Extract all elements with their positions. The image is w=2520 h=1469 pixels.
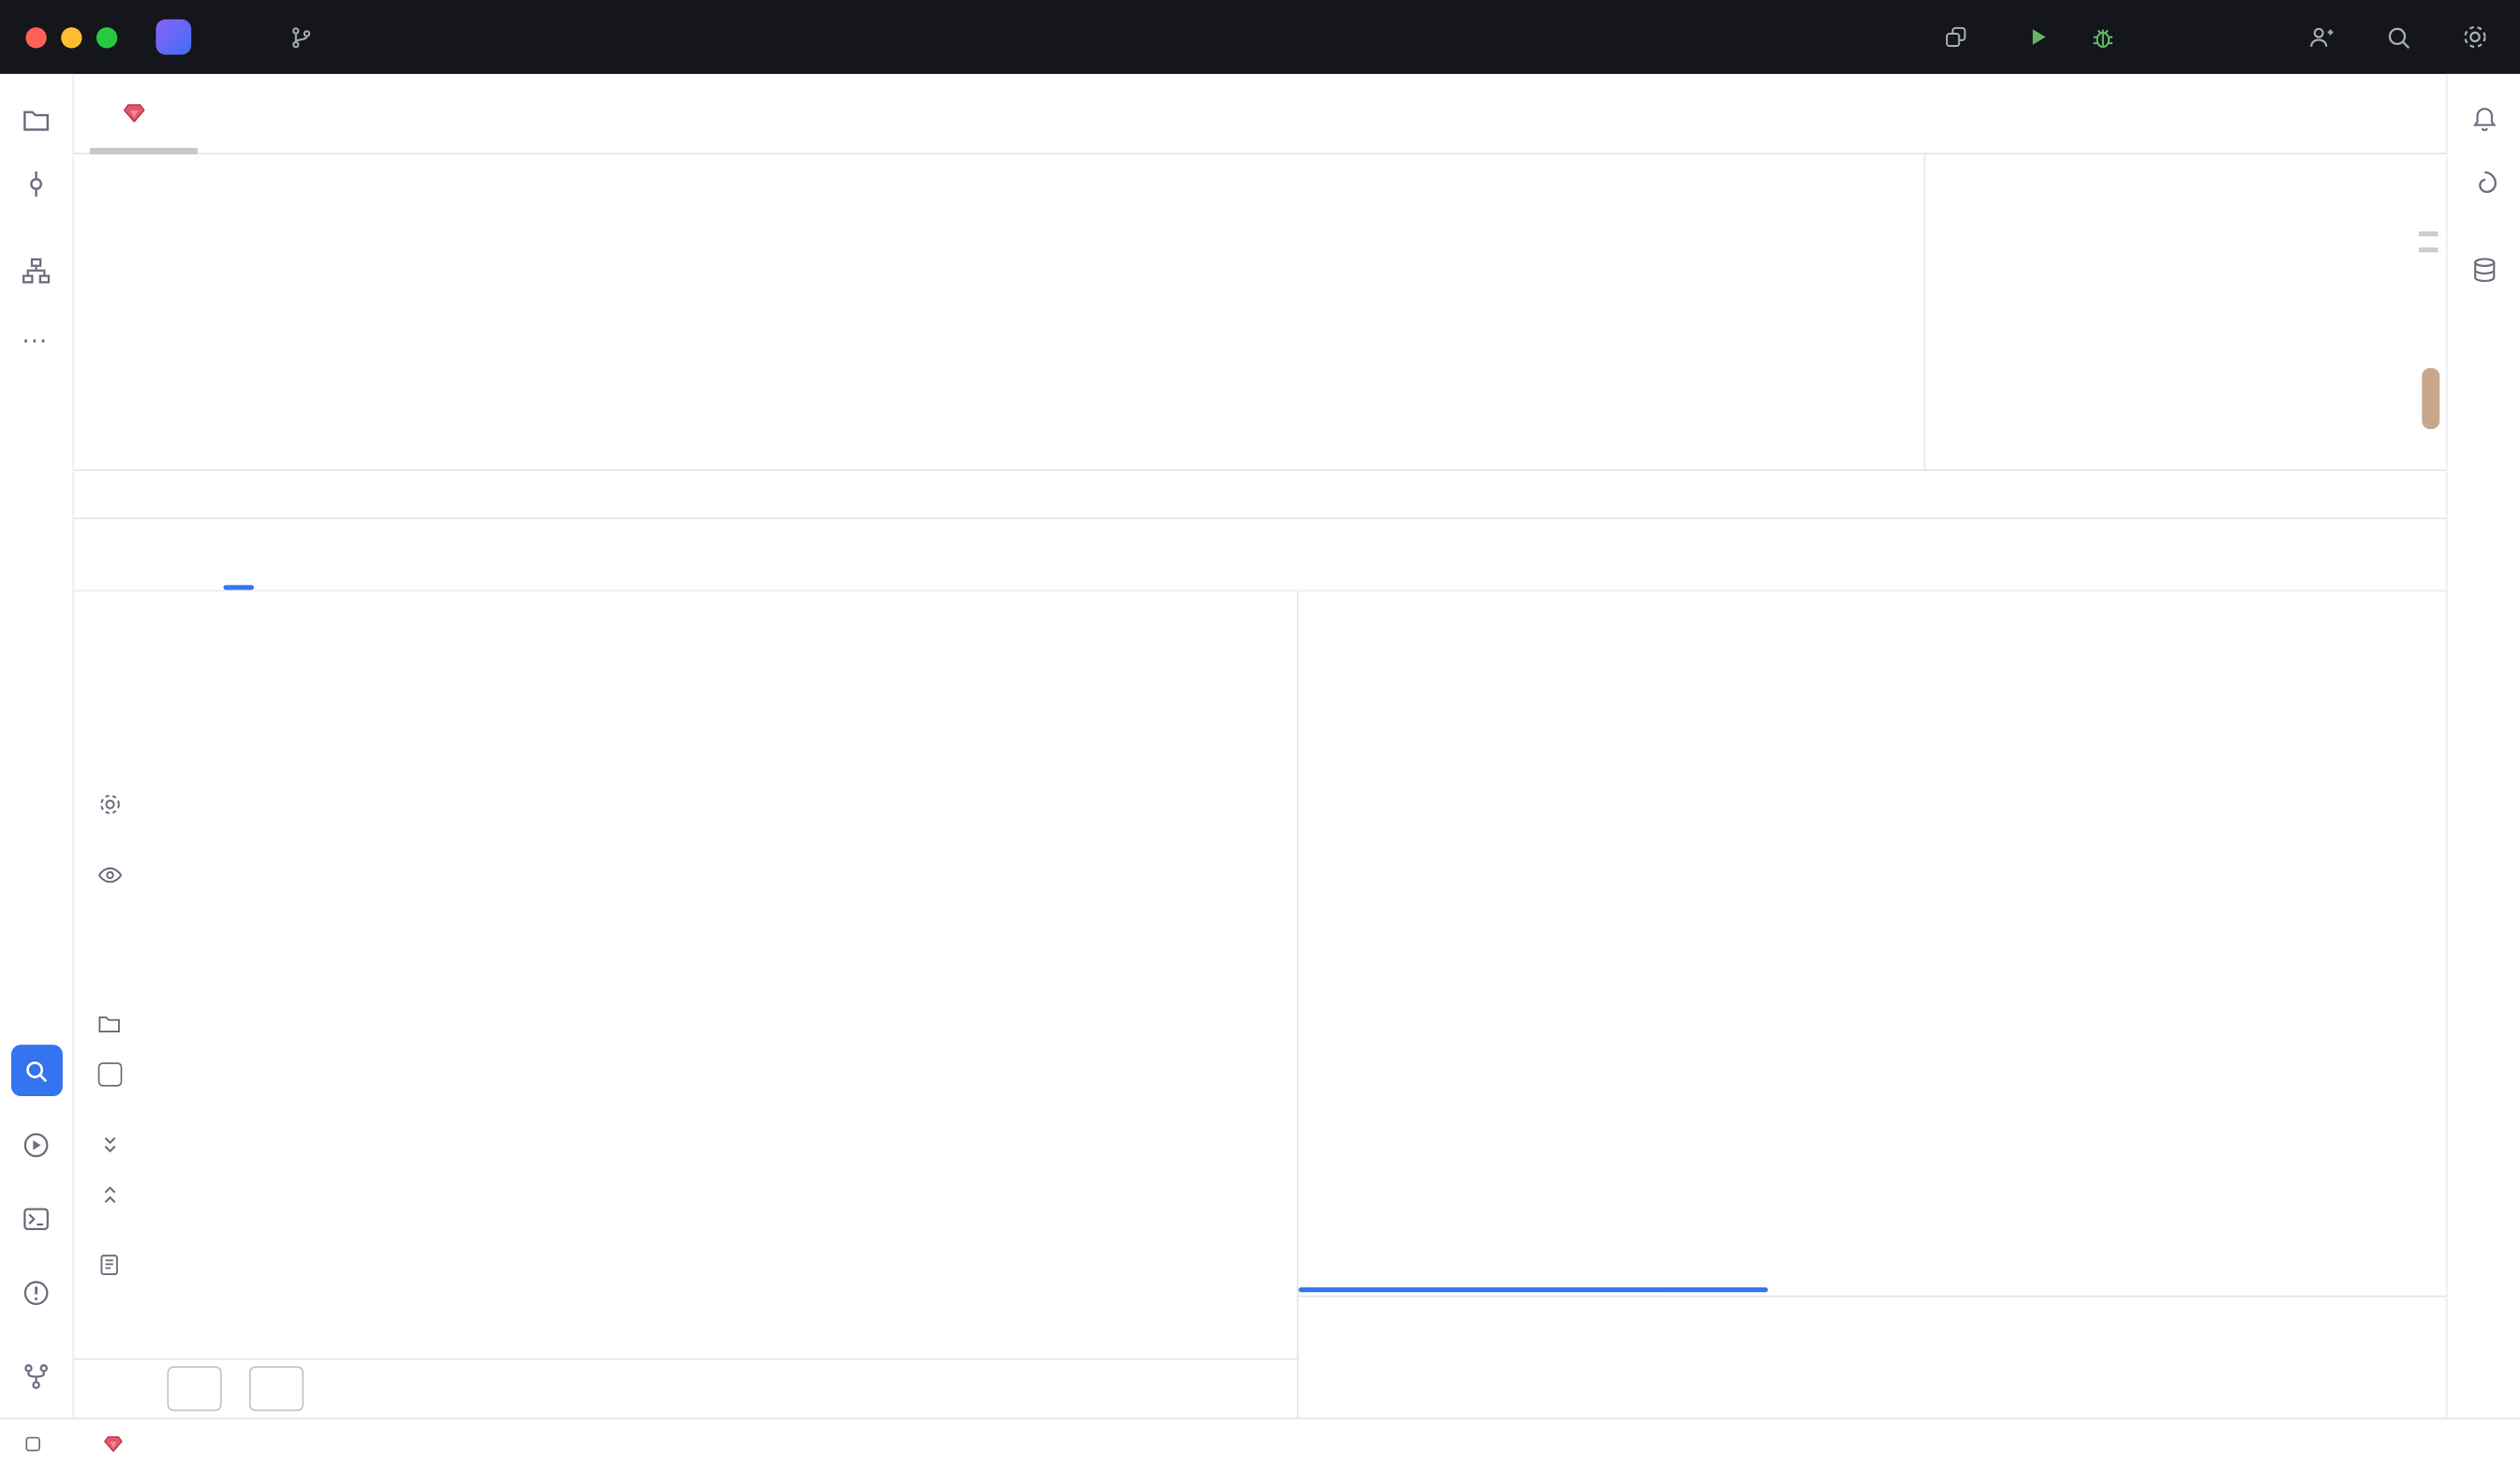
horizontal-scrollbar[interactable] — [1298, 1287, 1768, 1292]
structure-tool-button[interactable] — [10, 245, 62, 296]
previous-occurrence-icon[interactable] — [88, 664, 130, 703]
run-config-icon — [1943, 24, 1968, 50]
zoom-window-button[interactable] — [96, 26, 117, 47]
run-circle-icon — [21, 1129, 52, 1160]
eye-icon — [96, 861, 123, 888]
expand-all-icon[interactable] — [88, 1125, 130, 1164]
tab-name-in-project-files[interactable] — [144, 519, 207, 589]
find-tool-window-header — [74, 517, 2446, 591]
rerun-refactoring-icon[interactable] — [88, 614, 130, 652]
ai-assistant-tool-button[interactable] — [2458, 157, 2510, 209]
more-horizontal-icon: … — [21, 319, 52, 350]
run-button[interactable] — [2019, 18, 2057, 56]
right-margin-guide — [1924, 155, 1926, 469]
ruby-gem-icon — [122, 101, 146, 126]
close-window-button[interactable] — [25, 26, 46, 47]
autoscroll-from-source-icon[interactable] — [88, 955, 130, 993]
collapse-chevrons-icon — [97, 1182, 122, 1207]
problems-icon — [21, 1277, 52, 1308]
folder-icon — [21, 104, 52, 135]
git-branch-icon — [21, 1360, 52, 1391]
settings-button[interactable] — [2455, 18, 2494, 56]
structure-icon — [21, 255, 52, 286]
cancel-button[interactable] — [167, 1366, 221, 1411]
project-window-icon — [25, 1437, 39, 1451]
editor-context-line — [74, 469, 2446, 517]
settings-icon[interactable] — [88, 784, 130, 823]
search-everywhere-button[interactable] — [2379, 18, 2417, 56]
database-tool-button[interactable] — [2458, 245, 2510, 296]
ai-assistant-icon — [2469, 169, 2498, 198]
play-icon — [2025, 24, 2051, 50]
window-controls — [25, 26, 117, 47]
refactoring-preview-tree[interactable] — [144, 591, 1297, 1358]
run-configuration-widget[interactable] — [1943, 24, 1993, 50]
git-tool-button[interactable] — [10, 1350, 62, 1402]
editor-tab-library-rb[interactable] — [99, 74, 187, 153]
project-badge — [156, 20, 191, 55]
collapse-all-icon[interactable] — [88, 1175, 130, 1213]
search-icon — [22, 1057, 50, 1084]
ruby-gem-icon — [103, 1433, 124, 1454]
status-bar — [0, 1417, 2520, 1469]
notifications-tool-button[interactable] — [2458, 94, 2510, 145]
services-tool-button[interactable] — [10, 1119, 62, 1170]
git-branch-icon — [288, 23, 315, 51]
info-icon[interactable] — [88, 1054, 130, 1092]
editor-tab-bar — [74, 74, 2446, 155]
debug-button[interactable] — [2083, 18, 2121, 56]
scrollbar-mark — [2419, 247, 2438, 252]
project-widget[interactable] — [156, 20, 216, 55]
database-icon — [2469, 256, 2498, 285]
commit-tool-button[interactable] — [10, 157, 62, 209]
terminal-tool-button[interactable] — [10, 1193, 62, 1244]
project-tool-button[interactable] — [10, 94, 62, 145]
find-tool-button[interactable] — [10, 1045, 62, 1096]
next-occurrence-icon[interactable] — [88, 714, 130, 752]
terminal-icon — [21, 1203, 52, 1234]
gear-icon — [96, 790, 123, 817]
folder-icon — [96, 1011, 122, 1036]
expand-chevrons-icon — [97, 1133, 122, 1157]
do-refactor-button[interactable] — [249, 1366, 304, 1411]
gear-icon — [2461, 22, 2490, 52]
refactoring-buttons-bar — [74, 1358, 1297, 1417]
tab-refactoring-preview[interactable] — [207, 519, 270, 589]
left-tool-stripe: … — [0, 74, 74, 1417]
code-editor[interactable] — [74, 155, 2446, 469]
search-icon — [2384, 23, 2411, 51]
more-tool-windows-button[interactable]: … — [10, 308, 62, 360]
preview-spacer — [1298, 1359, 2446, 1417]
more-actions-button[interactable] — [2147, 18, 2186, 56]
find-toolbar — [74, 591, 144, 1358]
document-icon — [96, 1252, 122, 1277]
scrollbar-mark — [2419, 231, 2438, 236]
preview-bottom-tabs — [1298, 1296, 2446, 1360]
minimize-window-button[interactable] — [61, 26, 82, 47]
preview-toggle-icon[interactable] — [88, 855, 130, 894]
select-in-project-icon[interactable] — [88, 1004, 130, 1043]
editor-tab-options-button[interactable] — [2379, 94, 2417, 132]
problems-tool-button[interactable] — [10, 1267, 62, 1318]
preview-editor[interactable] — [1298, 591, 2446, 1295]
ide-window: … — [0, 0, 2520, 1469]
scrollbar-highlight-marker[interactable] — [2422, 368, 2439, 429]
i-glyph — [97, 1061, 122, 1086]
autoscroll-to-source-icon[interactable] — [88, 905, 130, 943]
export-report-icon[interactable] — [88, 1246, 130, 1284]
bug-icon — [2088, 23, 2115, 51]
title-bar — [0, 0, 2520, 74]
right-tool-stripe — [2446, 74, 2520, 1417]
commit-icon — [21, 168, 52, 199]
code-with-me-button[interactable] — [2302, 18, 2340, 56]
vcs-branch-widget[interactable] — [288, 23, 337, 51]
bell-icon — [2469, 105, 2498, 134]
add-user-icon — [2307, 23, 2335, 51]
